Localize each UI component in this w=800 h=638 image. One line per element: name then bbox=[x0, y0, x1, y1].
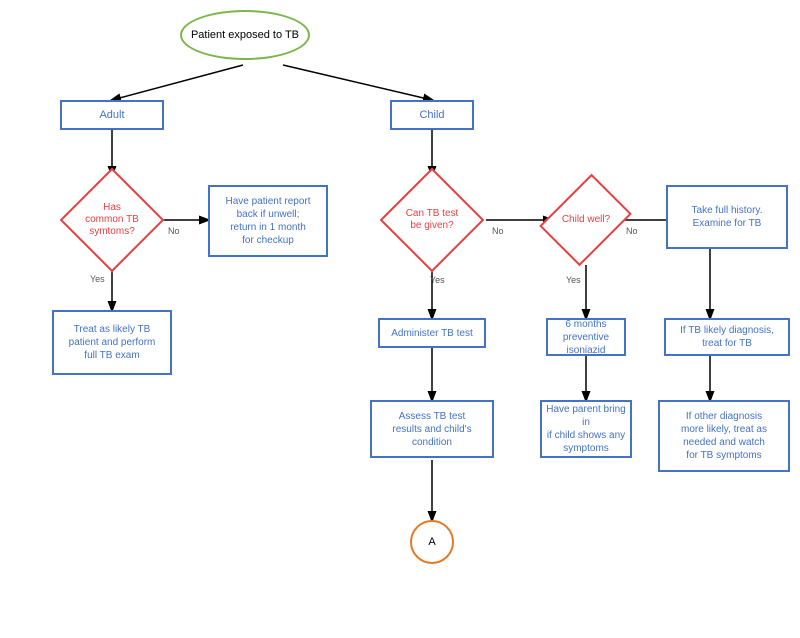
full-history-label: Take full history. Examine for TB bbox=[692, 204, 763, 230]
can-tb-test-text: Can TB test be given? bbox=[398, 208, 467, 232]
yes2-label: Yes bbox=[430, 275, 445, 285]
have-parent-rect: Have parent bring in if child shows any … bbox=[540, 400, 632, 458]
six-months-rect: 6 months preventive isoniazid bbox=[546, 318, 626, 356]
no1-label: No bbox=[168, 226, 180, 236]
has-symptoms-diamond: Has common TB symtoms? bbox=[62, 170, 162, 270]
full-history-rect: Take full history. Examine for TB bbox=[666, 185, 788, 249]
has-symptoms-text: Has common TB symtoms? bbox=[77, 202, 147, 238]
flowchart: Patient exposed to TB Adult Child Has co… bbox=[0, 0, 800, 638]
administer-rect: Administer TB test bbox=[378, 318, 486, 348]
assess-results-label: Assess TB test results and child's condi… bbox=[392, 410, 471, 449]
start-oval: Patient exposed to TB bbox=[180, 10, 310, 60]
if-tb-likely-label: If TB likely diagnosis, treat for TB bbox=[680, 324, 774, 350]
have-parent-label: Have parent bring in if child shows any … bbox=[546, 403, 626, 455]
six-months-label: 6 months preventive isoniazid bbox=[552, 318, 620, 357]
can-tb-test-diamond: Can TB test be given? bbox=[382, 170, 482, 270]
yes3-label: Yes bbox=[566, 275, 581, 285]
administer-label: Administer TB test bbox=[391, 327, 473, 340]
no3-label: No bbox=[626, 226, 638, 236]
assess-results-rect: Assess TB test results and child's condi… bbox=[370, 400, 494, 458]
start-label: Patient exposed to TB bbox=[191, 29, 299, 41]
report-back-label: Have patient report back if unwell; retu… bbox=[225, 195, 310, 247]
report-back-rect: Have patient report back if unwell; retu… bbox=[208, 185, 328, 257]
child-well-diamond: Child well? bbox=[548, 170, 624, 270]
yes1-label: Yes bbox=[90, 274, 105, 284]
adult-rect: Adult bbox=[60, 100, 164, 130]
child-well-text: Child well? bbox=[554, 214, 618, 226]
child-rect: Child bbox=[390, 100, 474, 130]
connector-a: A bbox=[410, 520, 454, 564]
treat-likely-label: Treat as likely TB patient and perform f… bbox=[69, 323, 156, 362]
if-other-label: If other diagnosis more likely, treat as… bbox=[681, 410, 767, 462]
child-label: Child bbox=[419, 108, 444, 122]
no2-label: No bbox=[492, 226, 504, 236]
treat-likely-rect: Treat as likely TB patient and perform f… bbox=[52, 310, 172, 375]
if-other-rect: If other diagnosis more likely, treat as… bbox=[658, 400, 790, 472]
connector-a-label: A bbox=[428, 536, 435, 548]
if-tb-likely-rect: If TB likely diagnosis, treat for TB bbox=[664, 318, 790, 356]
adult-label: Adult bbox=[99, 108, 124, 122]
